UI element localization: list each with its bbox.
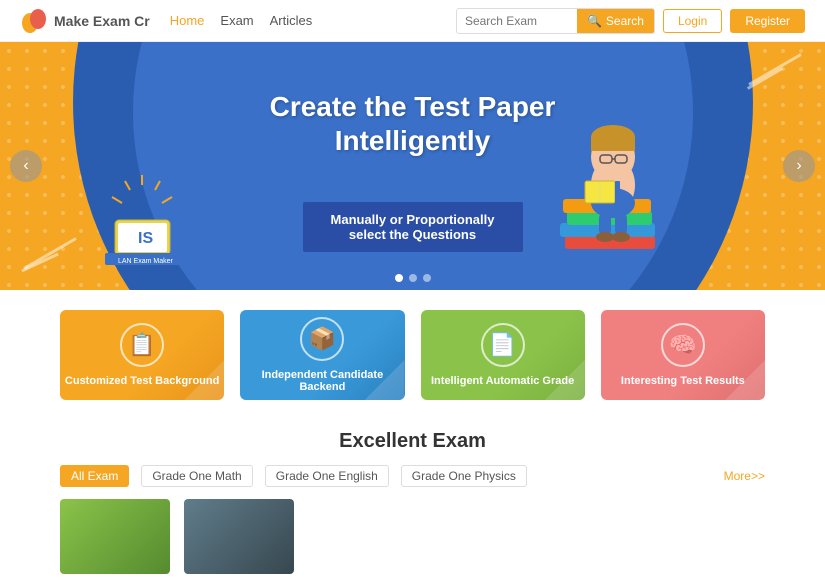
svg-text:IS: IS (138, 230, 153, 247)
exam-thumbnail-2[interactable] (184, 499, 294, 574)
search-icon: 🔍 (587, 14, 602, 28)
feature-label-1: Customized Test Background (65, 375, 219, 387)
search-input[interactable] (457, 10, 577, 32)
register-button[interactable]: Register (730, 9, 805, 33)
kid-svg (545, 85, 685, 285)
features-section: 📋 Customized Test Background 📦 Independe… (0, 290, 825, 420)
feature-icon-4: 🧠 (661, 323, 705, 367)
deco-lines-left (20, 246, 80, 270)
deco-lines-right (745, 62, 805, 86)
exam-tab-physics[interactable]: Grade One Physics (401, 465, 527, 487)
nav-exam[interactable]: Exam (220, 13, 253, 28)
exam-thumbnails (60, 499, 765, 574)
feature-icon-3: 📄 (481, 323, 525, 367)
exam-tab-math[interactable]: Grade One Math (141, 465, 252, 487)
more-link[interactable]: More>> (724, 469, 765, 483)
feature-card-1[interactable]: 📋 Customized Test Background (60, 310, 224, 400)
hero-title-text: Create the Test Paper Intelligently (270, 91, 556, 156)
feature-icon-2: 📦 (300, 317, 344, 361)
feature-label-2: Independent Candidate Backend (240, 369, 404, 393)
feature-card-3[interactable]: 📄 Intelligent Automatic Grade (421, 310, 585, 400)
deco-line (21, 253, 59, 273)
nav: Home Exam Articles (170, 13, 456, 28)
hero-kid-illustration (545, 85, 685, 290)
nav-articles[interactable]: Articles (270, 13, 313, 28)
hero-prev-button[interactable]: ‹ (10, 150, 42, 182)
feature-label-3: Intelligent Automatic Grade (431, 375, 574, 387)
search-button[interactable]: 🔍 Search (577, 9, 654, 33)
feature-card-4[interactable]: 🧠 Interesting Test Results (601, 310, 765, 400)
feature-card-2[interactable]: 📦 Independent Candidate Backend (240, 310, 404, 400)
logo-text: Make Exam Cr (54, 13, 150, 29)
feature-label-4: Interesting Test Results (621, 375, 745, 387)
hero-title: Create the Test Paper Intelligently (253, 90, 573, 157)
exam-thumbnail-1[interactable] (60, 499, 170, 574)
book-svg: IS LAN Exam Maker (100, 175, 190, 265)
hero-subtitle-text: Manually or Proportionally select the Qu… (331, 212, 495, 242)
hero-dot-1[interactable] (395, 274, 403, 282)
hero-dot-3[interactable] (423, 274, 431, 282)
feature-icon-1: 📋 (120, 323, 164, 367)
hero-next-button[interactable]: › (783, 150, 815, 182)
excellent-exam-section: Excellent Exam All Exam Grade One Math G… (0, 420, 825, 584)
hero-subtitle-box: Manually or Proportionally select the Qu… (303, 202, 523, 252)
exam-tab-all[interactable]: All Exam (60, 465, 129, 487)
hero-book-illustration: IS LAN Exam Maker (100, 175, 190, 270)
search-box: 🔍 Search (456, 8, 655, 34)
hero-banner: IS LAN Exam Maker Create the Test Paper … (0, 42, 825, 290)
hero-dots (395, 274, 431, 282)
svg-text:LAN Exam Maker: LAN Exam Maker (118, 258, 174, 265)
login-button[interactable]: Login (663, 9, 722, 33)
exam-tabs: All Exam Grade One Math Grade One Englis… (60, 465, 765, 487)
search-button-label: Search (606, 14, 644, 28)
hero-dot-2[interactable] (409, 274, 417, 282)
logo-area: Make Exam Cr (20, 7, 150, 35)
excellent-exam-title: Excellent Exam (60, 430, 765, 453)
header-right: 🔍 Search Login Register (456, 8, 805, 34)
exam-tab-english[interactable]: Grade One English (265, 465, 389, 487)
nav-home[interactable]: Home (170, 13, 205, 28)
header: Make Exam Cr Home Exam Articles 🔍 Search… (0, 0, 825, 42)
logo-icon (20, 7, 48, 35)
